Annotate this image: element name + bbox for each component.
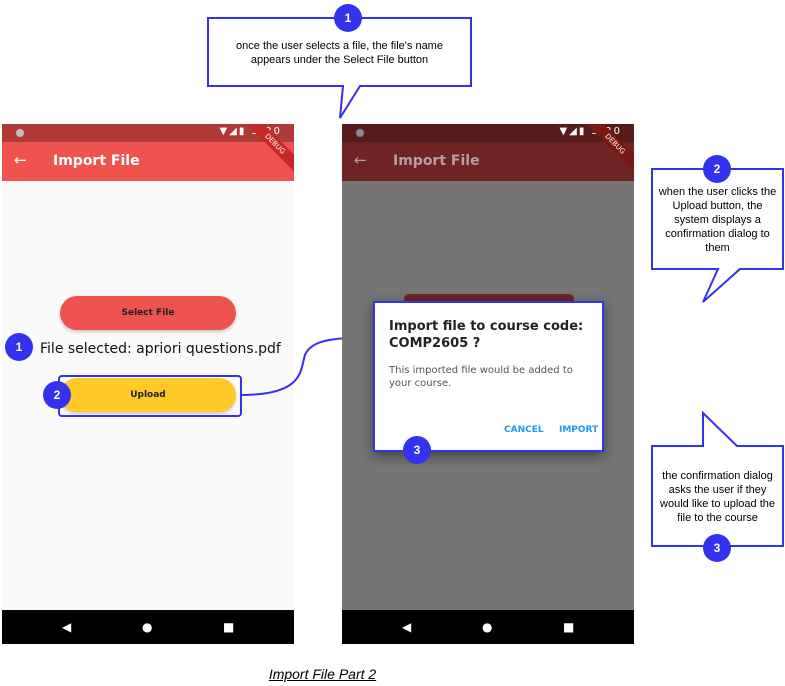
back-arrow-icon-dim: ← (354, 151, 367, 169)
figure-caption: Import File Part 2 (268, 666, 377, 682)
app-bar-dim: ← Import File (342, 142, 634, 181)
page-title-dim: Import File (393, 153, 480, 169)
nav-recent-icon-dim: ■ (563, 620, 575, 634)
nav-back-icon-dim: ◀ (402, 620, 412, 634)
dialog-import-button[interactable]: IMPORT (559, 425, 598, 435)
android-nav-bar-dim: ◀ ● ■ (342, 610, 634, 644)
wifi-signal-battery-icon-dim: ▼◢▮ (559, 126, 587, 137)
dialog-title: Import file to course code: COMP2605 ? (389, 319, 584, 351)
nav-home-icon-dim: ● (482, 620, 493, 634)
badge-3-dialog: 3 (403, 436, 431, 464)
camera-dot-icon-dim (356, 129, 364, 137)
dialog-body: This imported file would be added to you… (389, 365, 573, 389)
dialog-cancel-button[interactable]: CANCEL (504, 425, 544, 435)
confirmation-dialog: Import file to course code: COMP2605 ? T… (373, 301, 604, 452)
